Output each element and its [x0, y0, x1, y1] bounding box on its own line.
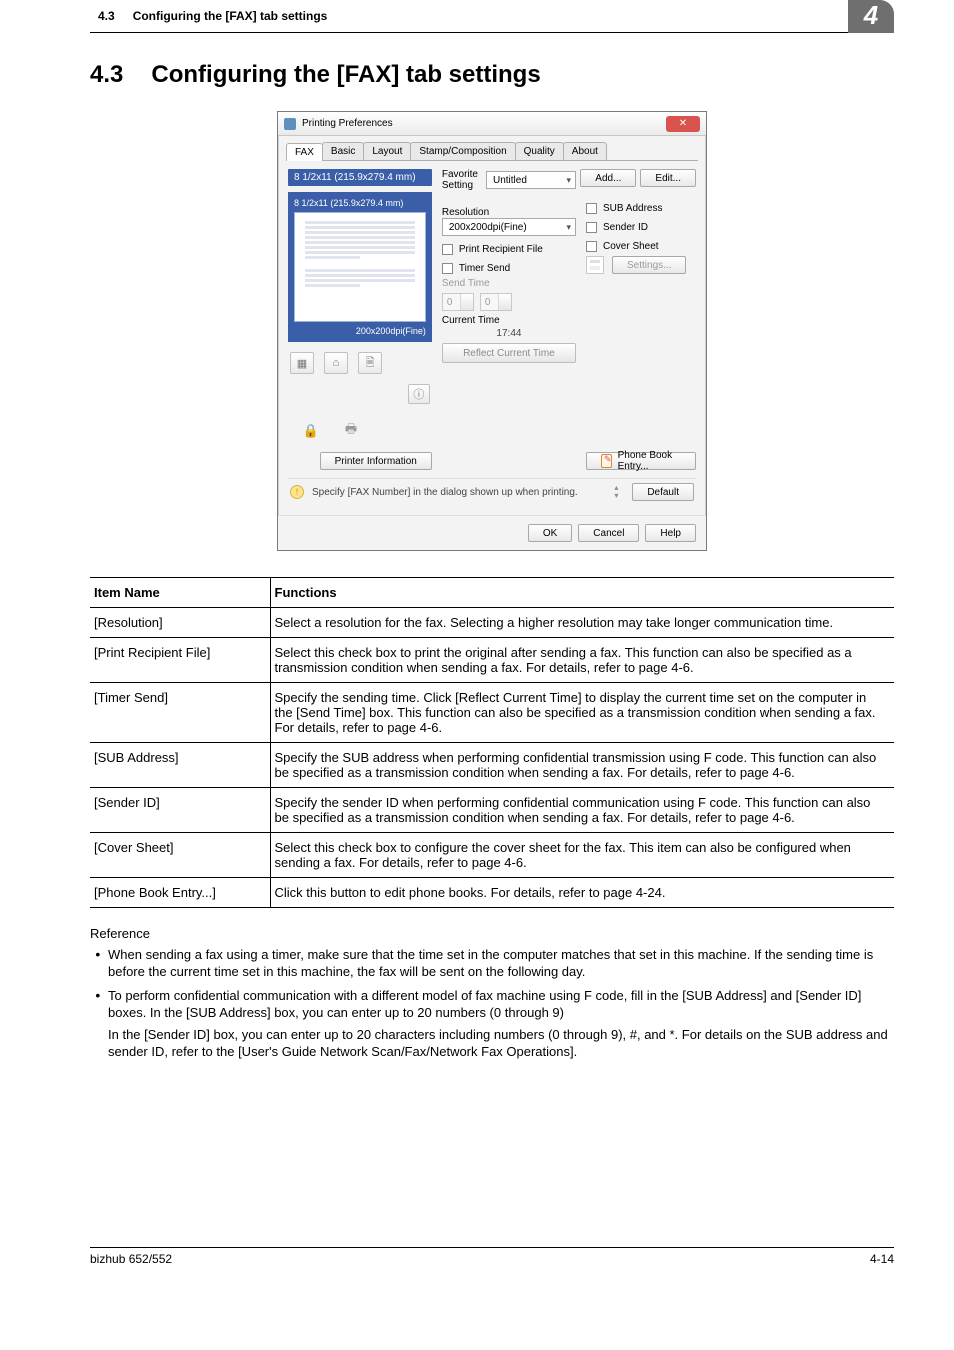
view-detail-icon[interactable]: 🗎 [358, 352, 382, 374]
header-text: 4.3 Configuring the [FAX] tab settings [90, 0, 848, 33]
sender-id-label: Sender ID [603, 222, 648, 233]
table-row: [Timer Send]Specify the sending time. Cl… [90, 683, 894, 743]
header-section-title: Configuring the [FAX] tab settings [133, 9, 328, 23]
help-button[interactable]: Help [645, 524, 696, 542]
printer-glyph-icon: 🖶 [338, 420, 364, 442]
resolution-combo[interactable]: 200x200dpi(Fine) [442, 218, 576, 236]
paper-size-inner: 8 1/2x11 (215.9x279.4 mm) [294, 198, 426, 208]
header-section-number: 4.3 [98, 9, 115, 23]
hint-scroll[interactable]: ▴▾ [614, 484, 624, 500]
page-preview: 8 1/2x11 (215.9x279.4 mm) 200x200dpi(Fin… [288, 192, 432, 342]
resolution-label: Resolution [442, 207, 576, 218]
preview-footer: 200x200dpi(Fine) [294, 326, 426, 336]
printer-icon [284, 118, 296, 130]
sender-id-checkbox[interactable]: Sender ID [586, 222, 696, 233]
print-recipient-file-label: Print Recipient File [459, 244, 543, 255]
send-time-hour-spinner[interactable]: 0 [442, 293, 474, 311]
printing-preferences-dialog: Printing Preferences ✕ FAX Basic Layout … [277, 111, 707, 551]
cover-sheet-checkbox[interactable]: Cover Sheet [586, 241, 696, 252]
printer-information-button[interactable]: Printer Information [320, 452, 432, 470]
functions-table: Item Name Functions [Resolution]Select a… [90, 577, 894, 908]
view-pages-icon[interactable]: ▦ [290, 352, 314, 374]
reflect-current-time-button[interactable]: Reflect Current Time [442, 343, 576, 363]
sub-address-checkbox[interactable]: SUB Address [586, 203, 696, 214]
table-row: [SUB Address]Specify the SUB address whe… [90, 743, 894, 788]
reference-item: When sending a fax using a timer, make s… [108, 945, 894, 980]
current-time-label: Current Time [442, 315, 576, 326]
tab-quality[interactable]: Quality [515, 142, 564, 160]
phone-book-entry-button[interactable]: Phone Book Entry... [586, 452, 696, 470]
page-footer: bizhub 652/552 4-14 [90, 1247, 894, 1266]
tab-strip: FAX Basic Layout Stamp/Composition Quali… [286, 142, 698, 161]
view-printer-icon[interactable]: ⌂ [324, 352, 348, 374]
tab-about[interactable]: About [563, 142, 607, 160]
favorite-setting-combo[interactable]: Untitled [486, 171, 576, 189]
favorite-add-button[interactable]: Add... [580, 169, 636, 187]
default-button[interactable]: Default [632, 483, 694, 501]
tab-basic[interactable]: Basic [322, 142, 364, 160]
reference-list: When sending a fax using a timer, make s… [90, 945, 894, 1060]
timer-send-checkbox[interactable]: Timer Send [442, 263, 576, 274]
sub-address-label: SUB Address [603, 203, 662, 214]
favorite-edit-button[interactable]: Edit... [640, 169, 696, 187]
hint-text: Specify [FAX Number] in the dialog shown… [312, 487, 606, 498]
lock-icon: 🔒 [298, 420, 324, 442]
info-icon[interactable]: ⓘ [408, 384, 430, 404]
table-row: [Cover Sheet]Select this check box to co… [90, 833, 894, 878]
print-recipient-file-checkbox[interactable]: Print Recipient File [442, 244, 576, 255]
checkbox-icon [586, 203, 597, 214]
paper-size-header: 8 1/2x11 (215.9x279.4 mm) [288, 169, 432, 186]
reference-heading: Reference [90, 926, 894, 941]
dialog-title: Printing Preferences [302, 118, 393, 129]
phonebook-icon [601, 454, 612, 468]
tab-fax[interactable]: FAX [286, 143, 323, 161]
tab-stamp-composition[interactable]: Stamp/Composition [410, 142, 515, 160]
table-head-functions: Functions [270, 578, 894, 608]
close-button[interactable]: ✕ [666, 116, 700, 132]
current-time-value: 17:44 [442, 328, 576, 339]
checkbox-icon [442, 244, 453, 255]
reference-item: To perform confidential communication wi… [108, 986, 894, 1060]
footer-page-number: 4-14 [870, 1252, 894, 1266]
checkbox-icon [442, 263, 453, 274]
close-icon: ✕ [679, 118, 687, 129]
ok-button[interactable]: OK [528, 524, 572, 542]
send-time-minute-spinner[interactable]: 0 [480, 293, 512, 311]
checkbox-icon [586, 222, 597, 233]
table-row: [Sender ID]Specify the sender ID when pe… [90, 788, 894, 833]
section-number: 4.3 [90, 61, 123, 89]
checkbox-icon [586, 241, 597, 252]
hint-bulb-icon: ! [290, 485, 304, 499]
table-row: [Print Recipient File]Select this check … [90, 638, 894, 683]
table-head-item: Item Name [90, 578, 270, 608]
footer-model: bizhub 652/552 [90, 1252, 172, 1266]
cover-sheet-label: Cover Sheet [603, 241, 659, 252]
tab-layout[interactable]: Layout [363, 142, 411, 160]
cancel-button[interactable]: Cancel [578, 524, 639, 542]
timer-send-label: Timer Send [459, 263, 510, 274]
section-title: Configuring the [FAX] tab settings [151, 61, 540, 89]
chapter-badge: 4 [848, 0, 894, 33]
cover-sheet-thumb-icon [586, 256, 604, 274]
page-header: 4.3 Configuring the [FAX] tab settings 4 [90, 0, 894, 33]
dialog-titlebar: Printing Preferences ✕ [278, 112, 706, 136]
table-row: [Phone Book Entry...]Click this button t… [90, 878, 894, 908]
send-time-label: Send Time [442, 278, 576, 289]
table-row: [Resolution]Select a resolution for the … [90, 608, 894, 638]
favorite-setting-label: Favorite Setting [442, 169, 478, 191]
section-heading: 4.3 Configuring the [FAX] tab settings [90, 61, 894, 89]
cover-sheet-settings-button[interactable]: Settings... [612, 256, 686, 274]
